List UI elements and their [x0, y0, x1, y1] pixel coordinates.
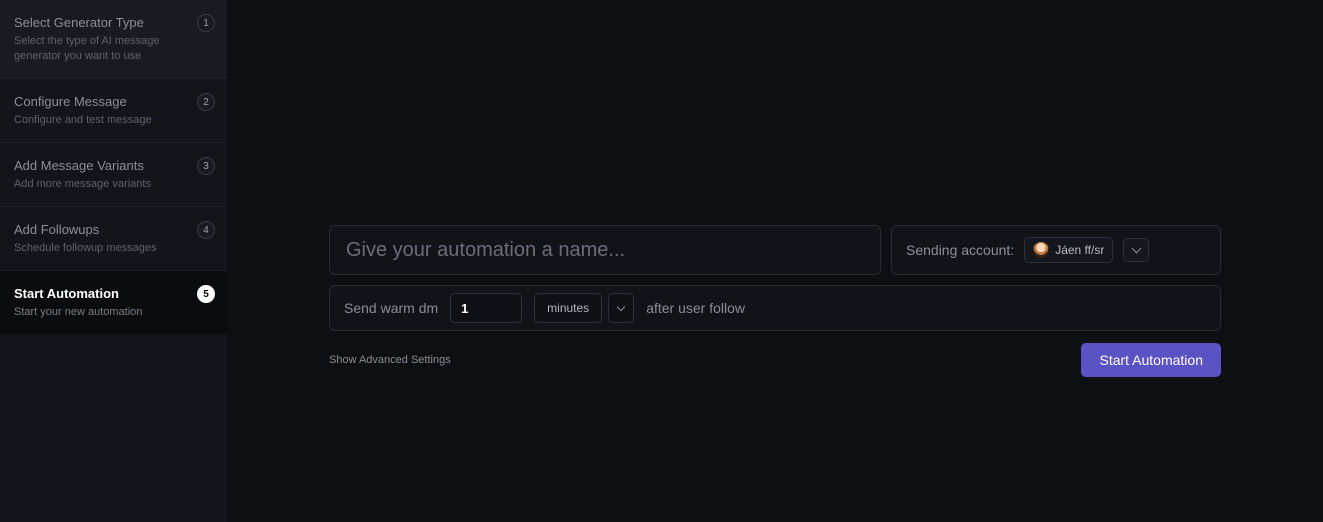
schedule-prefix: Send warm dm [344, 300, 438, 316]
account-dropdown-toggle[interactable] [1123, 238, 1149, 262]
wizard-sidebar: Select Generator Type Select the type of… [0, 0, 227, 522]
sidebar-step-start-automation[interactable]: Start Automation Start your new automati… [0, 271, 227, 335]
schedule-suffix: after user follow [646, 300, 745, 316]
schedule-panel: Send warm dm minutes after user follow [329, 285, 1221, 331]
delay-unit-select: minutes [534, 293, 634, 323]
sidebar-step-message-variants[interactable]: Add Message Variants Add more message va… [0, 143, 227, 207]
advanced-settings-link[interactable]: Show Advanced Settings [329, 354, 451, 366]
avatar-icon [1033, 242, 1049, 258]
delay-unit-value[interactable]: minutes [534, 293, 602, 323]
delay-unit-toggle[interactable] [608, 293, 634, 323]
step-title: Add Message Variants [14, 157, 174, 175]
account-name: Jáen ff/sr [1055, 243, 1104, 257]
step-title: Select Generator Type [14, 14, 174, 32]
step-number: 1 [197, 14, 215, 32]
sidebar-step-followups[interactable]: Add Followups Schedule followup messages… [0, 207, 227, 271]
sending-account-label: Sending account: [906, 242, 1014, 258]
start-automation-button[interactable]: Start Automation [1081, 343, 1221, 377]
automation-name-panel [329, 225, 881, 275]
main-content: Sending account: Jáen ff/sr Send warm dm… [227, 0, 1323, 522]
sending-account-chip[interactable]: Jáen ff/sr [1024, 237, 1113, 263]
step-title: Configure Message [14, 93, 174, 111]
step-number: 2 [197, 93, 215, 111]
step-title: Add Followups [14, 221, 174, 239]
step-title: Start Automation [14, 285, 174, 303]
sidebar-step-configure-message[interactable]: Configure Message Configure and test mes… [0, 79, 227, 143]
step-desc: Schedule followup messages [14, 241, 192, 256]
sending-account-panel: Sending account: Jáen ff/sr [891, 225, 1221, 275]
step-desc: Start your new automation [14, 305, 192, 320]
step-desc: Select the type of AI message generator … [14, 34, 192, 65]
delay-value-input[interactable] [450, 293, 522, 323]
step-desc: Add more message variants [14, 177, 192, 192]
step-number: 5 [197, 285, 215, 303]
sidebar-step-generator-type[interactable]: Select Generator Type Select the type of… [0, 0, 227, 79]
automation-name-input[interactable] [346, 239, 864, 262]
step-desc: Configure and test message [14, 113, 192, 128]
step-number: 3 [197, 157, 215, 175]
chevron-down-icon [1131, 244, 1141, 254]
step-number: 4 [197, 221, 215, 239]
chevron-down-icon [617, 303, 625, 311]
